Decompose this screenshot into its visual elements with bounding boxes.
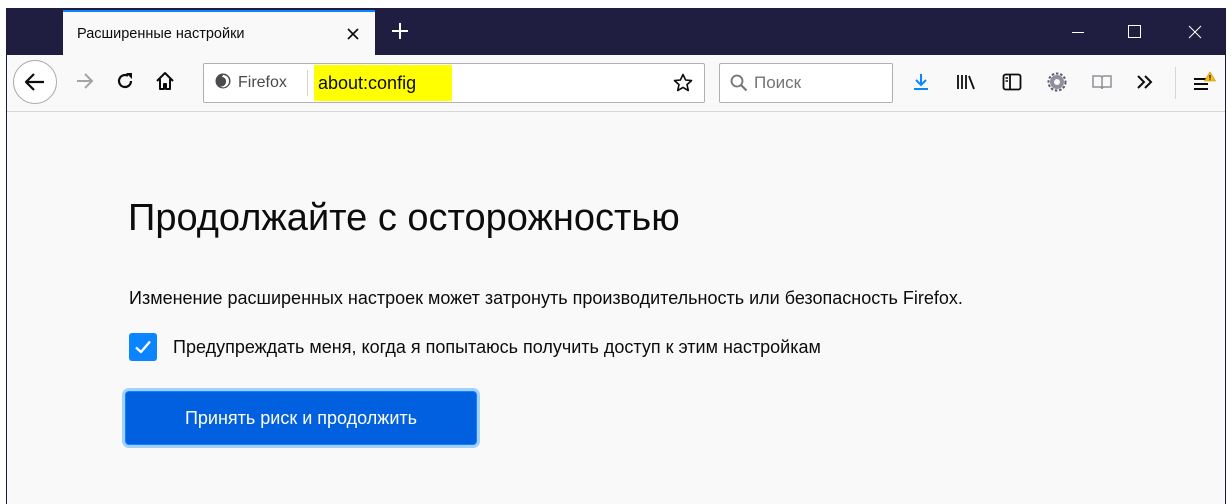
star-icon[interactable] <box>666 66 700 100</box>
home-icon[interactable] <box>147 63 183 99</box>
sidebar-icon[interactable] <box>995 65 1029 99</box>
identity-box[interactable]: Firefox <box>214 64 287 102</box>
close-tab-icon[interactable] <box>339 20 367 48</box>
warn-setting-row: Предупреждать меня, когда я попытаюсь по… <box>129 333 821 361</box>
identity-divider <box>307 70 308 96</box>
page-content: Продолжайте с осторожностью Изменение ра… <box>7 113 1225 504</box>
search-input[interactable]: Поиск <box>719 63 893 103</box>
library-icon[interactable] <box>949 65 983 99</box>
warn-checkbox[interactable] <box>129 333 157 361</box>
firefox-logo-icon <box>214 72 232 95</box>
warning-description: Изменение расширенных настроек может зат… <box>129 288 963 308</box>
browser-window: Расширенные настройки Firefox about:conf… <box>6 8 1226 504</box>
url-text[interactable]: about:config <box>314 65 452 101</box>
new-tab-icon[interactable] <box>383 14 417 48</box>
gear-extension-icon[interactable] <box>1040 65 1074 99</box>
forward-arrow-icon[interactable] <box>67 63 103 99</box>
tab-bar: Расширенные настройки <box>7 8 1225 55</box>
accept-risk-button[interactable]: Принять риск и продолжить <box>126 392 476 444</box>
checkmark-icon <box>135 340 151 354</box>
minimize-icon[interactable] <box>1050 8 1106 55</box>
download-icon[interactable] <box>904 65 938 99</box>
warn-checkbox-label[interactable]: Предупреждать меня, когда я попытаюсь по… <box>173 337 821 358</box>
tab-title: Расширенные настройки <box>77 25 245 42</box>
tab-about-config[interactable]: Расширенные настройки <box>63 10 375 55</box>
page-title: Продолжайте с осторожностью <box>128 197 680 239</box>
search-placeholder: Поиск <box>754 73 802 92</box>
reader-view-icon[interactable] <box>1085 65 1119 99</box>
chevron-double-right-icon[interactable] <box>1128 65 1162 99</box>
maximize-icon[interactable] <box>1106 8 1162 55</box>
toolbar-divider <box>1175 67 1176 99</box>
magnifier-icon <box>730 74 748 92</box>
reload-icon[interactable] <box>107 63 143 99</box>
identity-label: Firefox <box>238 74 287 91</box>
hamburger-menu-icon[interactable] <box>1187 65 1221 99</box>
back-arrow-icon[interactable] <box>13 60 57 104</box>
url-bar[interactable]: Firefox about:config <box>203 63 705 103</box>
navigation-toolbar: Firefox about:config Поиск <box>7 55 1225 112</box>
close-window-icon[interactable] <box>1167 8 1223 55</box>
